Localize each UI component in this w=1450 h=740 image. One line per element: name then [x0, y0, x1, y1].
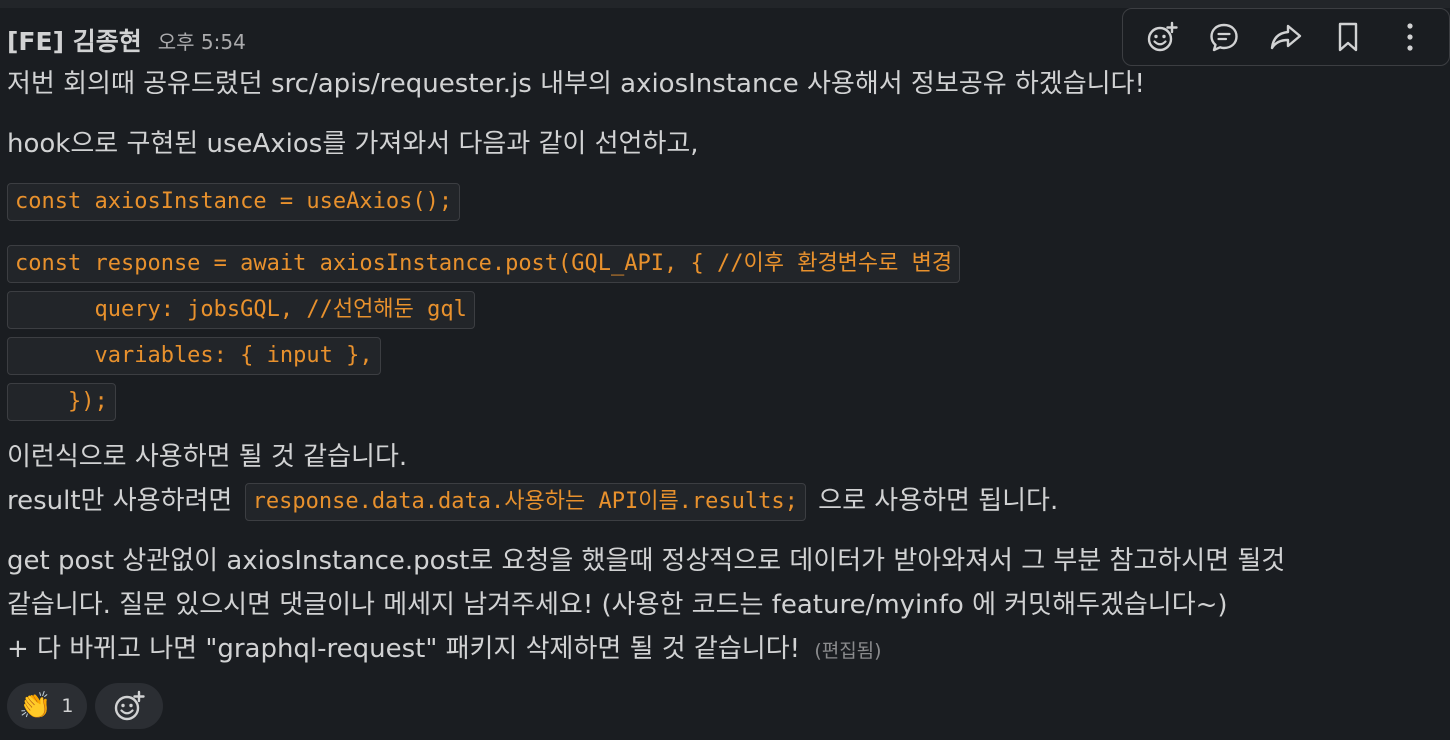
bookmark-icon — [1335, 21, 1361, 53]
toolbar-bookmark-button[interactable] — [1324, 15, 1372, 59]
message-line-5: get post 상관없이 axiosInstance.post로 요청을 했을… — [7, 546, 1286, 576]
message-line-1: 저번 회의때 공유드렸던 src/apis/requester.js 내부의 a… — [7, 69, 1145, 99]
add-reaction-icon — [1145, 21, 1179, 53]
code-declare: const axiosInstance = useAxios(); — [7, 183, 461, 221]
code-line-2: query: jobsGQL, //선언해둔 gql — [7, 291, 475, 329]
reaction-count: 1 — [61, 695, 74, 717]
top-divider — [0, 0, 1450, 8]
code-line: }); — [7, 383, 1427, 421]
more-actions-icon — [1404, 21, 1416, 53]
author-name[interactable]: [FE] 김종현 — [7, 22, 142, 58]
code-line: variables: { input }, — [7, 337, 1427, 375]
code-line-1: const response = await axiosInstance.pos… — [7, 245, 961, 283]
message-timestamp[interactable]: 오후 5:54 — [158, 26, 246, 55]
message-line-4-after: 으로 사용하면 됩니다. — [818, 486, 1059, 516]
clap-emoji-icon: 👏 — [19, 691, 52, 721]
toolbar-more-actions-button[interactable] — [1386, 15, 1434, 59]
message-line-7-text: + 다 바뀌고 나면 "graphql-request" 패키지 삭제하면 될 … — [7, 634, 801, 664]
message-line-4: result만 사용하려면 response.data.data.사용하는 AP… — [7, 479, 1427, 523]
reply-thread-icon — [1208, 21, 1240, 53]
message-line-4-before: result만 사용하려면 — [7, 486, 233, 516]
toolbar-add-reaction-button[interactable] — [1138, 15, 1186, 59]
message-line-7: + 다 바뀌고 나면 "graphql-request" 패키지 삭제하면 될 … — [7, 627, 1427, 673]
edited-label: (편집됨) — [814, 640, 882, 662]
toolbar-share-button[interactable] — [1262, 15, 1310, 59]
code-declare-row: const axiosInstance = useAxios(); — [7, 183, 1427, 221]
code-line-3: variables: { input }, — [7, 337, 381, 375]
message-line-3: 이런식으로 사용하면 될 것 같습니다. — [7, 442, 408, 472]
reactions-bar: 👏 1 — [7, 683, 1427, 729]
code-line-4: }); — [7, 383, 116, 421]
message-line-2: hook으로 구현된 useAxios를 가져와서 다음과 같이 선언하고, — [7, 129, 699, 159]
code-line: query: jobsGQL, //선언해둔 gql — [7, 291, 1427, 329]
add-reaction-icon — [112, 690, 146, 722]
message-actions-toolbar — [1122, 8, 1450, 66]
code-block: const response = await axiosInstance.pos… — [7, 245, 1427, 421]
add-reaction-button[interactable] — [95, 683, 164, 729]
message-line-6: 같습니다. 질문 있으시면 댓글이나 메세지 남겨주세요! (사용한 코드는 f… — [7, 590, 1228, 620]
reaction-clap[interactable]: 👏 1 — [7, 683, 88, 729]
share-icon — [1269, 21, 1303, 53]
inline-code-results: response.data.data.사용하는 API이름.results; — [244, 482, 806, 521]
toolbar-reply-thread-button[interactable] — [1200, 15, 1248, 59]
chat-message: [FE] 김종현 오후 5:54 저번 회의때 공유드렸던 src/apis/r… — [7, 8, 1450, 729]
code-line: const response = await axiosInstance.pos… — [7, 245, 1427, 283]
